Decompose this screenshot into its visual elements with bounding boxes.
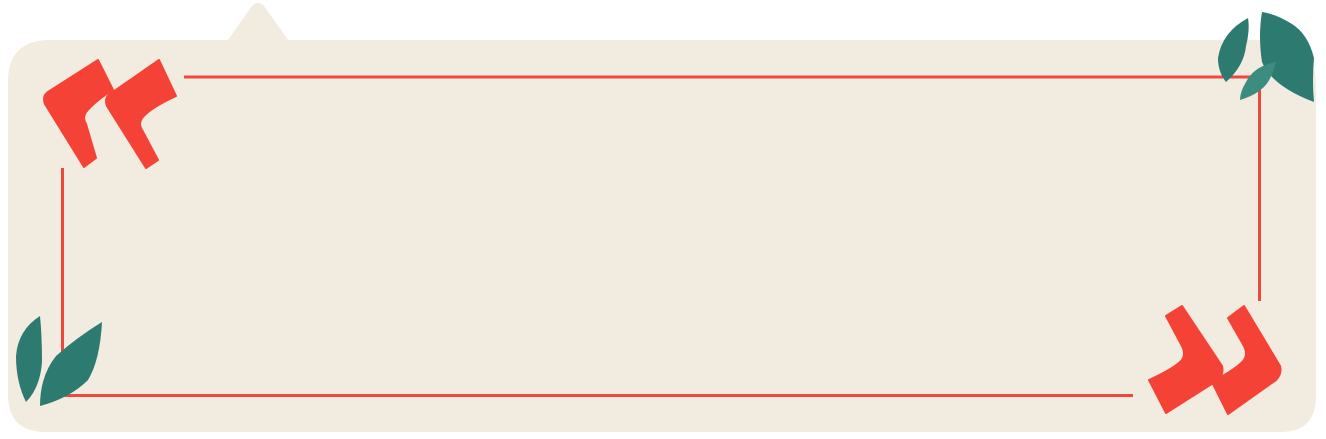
quote-card-artwork [8,3,1316,432]
speech-bubble-card [8,3,1316,432]
quote-card-stage [0,0,1326,439]
